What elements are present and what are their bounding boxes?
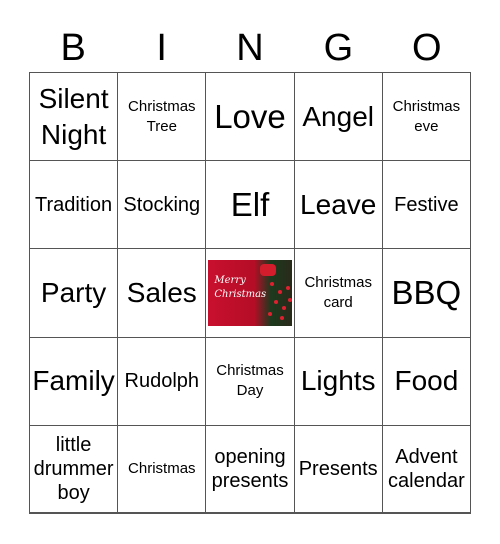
cell-text: Party: [40, 276, 107, 308]
cell-text: Advent calendar: [388, 445, 465, 492]
bingo-cell[interactable]: Christmas Day: [206, 337, 295, 426]
bingo-cell[interactable]: Elf: [206, 161, 295, 250]
cell-text: Family: [32, 365, 115, 397]
bingo-cell[interactable]: Lights: [294, 337, 383, 426]
cell-text: opening presents: [211, 445, 289, 492]
image-caption: Merry Christmas: [214, 274, 267, 300]
cell-text: Lights: [300, 365, 376, 397]
cell-text: Christmas Day: [216, 362, 284, 400]
bingo-cell[interactable]: Rudolph: [118, 337, 207, 426]
bingo-cell[interactable]: opening presents: [206, 425, 295, 514]
bingo-cell[interactable]: Leave: [294, 161, 383, 250]
bingo-cell[interactable]: Angel: [294, 73, 383, 162]
cell-text: Sales: [126, 276, 197, 308]
bingo-cell[interactable]: Christmas Tree: [118, 73, 207, 162]
header-letter-o: O: [412, 27, 442, 69]
bingo-grid: Silent Night Christmas Tree Love Angel Chris…: [29, 72, 471, 514]
cell-text: Leave: [300, 188, 377, 220]
berry-icon: [282, 305, 287, 310]
header-letter-b: B: [60, 27, 86, 69]
bingo-cell[interactable]: Food: [382, 337, 471, 426]
berry-icon: [274, 299, 279, 304]
cell-text: Christmas Tree: [128, 97, 196, 135]
bingo-cell[interactable]: Advent calendar: [382, 425, 471, 514]
header-letter-n: N: [236, 27, 264, 69]
cell-text: BBQ: [391, 273, 462, 311]
berry-icon: [288, 297, 293, 302]
berry-icon: [280, 315, 285, 320]
bingo-cell[interactable]: Family: [30, 337, 119, 426]
bingo-cell[interactable]: Festive: [382, 161, 471, 250]
bingo-cell[interactable]: BBQ: [382, 249, 471, 338]
bingo-cell[interactable]: little drummer boy: [30, 425, 119, 514]
cell-text: Presents: [298, 457, 378, 480]
bingo-cell[interactable]: Stocking: [118, 161, 207, 250]
cell-text: Love: [214, 97, 286, 135]
bingo-header: B I N G O: [29, 24, 471, 72]
bingo-cell[interactable]: Christmas eve: [382, 73, 471, 162]
bingo-cell[interactable]: Christmas card: [294, 249, 383, 338]
cell-text: Stocking: [123, 193, 201, 216]
bingo-cell[interactable]: Sales: [118, 249, 207, 338]
bow-icon: [259, 263, 276, 276]
bingo-cell[interactable]: Presents: [294, 425, 383, 514]
bingo-cell[interactable]: Tradition: [30, 161, 119, 250]
cell-text: Tradition: [35, 193, 113, 216]
header-letter-g: G: [323, 27, 354, 69]
bingo-cell[interactable]: Love: [206, 73, 295, 162]
berry-icon: [268, 311, 273, 316]
cell-text: Rudolph: [124, 370, 200, 393]
cell-text: Silent Night: [38, 82, 109, 150]
merry-christmas-image: Merry Christmas: [208, 259, 293, 326]
cell-text: Angel: [302, 100, 374, 132]
bingo-cell[interactable]: Merry Christmas: [206, 249, 295, 338]
bingo-cell[interactable]: Silent Night: [30, 73, 119, 162]
cell-text: little drummer boy: [33, 433, 114, 504]
header-letter-i: I: [156, 27, 167, 69]
bingo-cell[interactable]: Christmas: [118, 425, 207, 514]
bingo-cell[interactable]: Party: [30, 249, 119, 338]
cell-text: Christmas eve: [392, 97, 461, 135]
cell-text: Festive: [394, 193, 459, 216]
cell-text: Elf: [230, 185, 270, 223]
cell-text: Food: [394, 365, 459, 397]
cell-text: Christmas: [128, 459, 196, 477]
cell-text: Christmas card: [304, 273, 372, 311]
